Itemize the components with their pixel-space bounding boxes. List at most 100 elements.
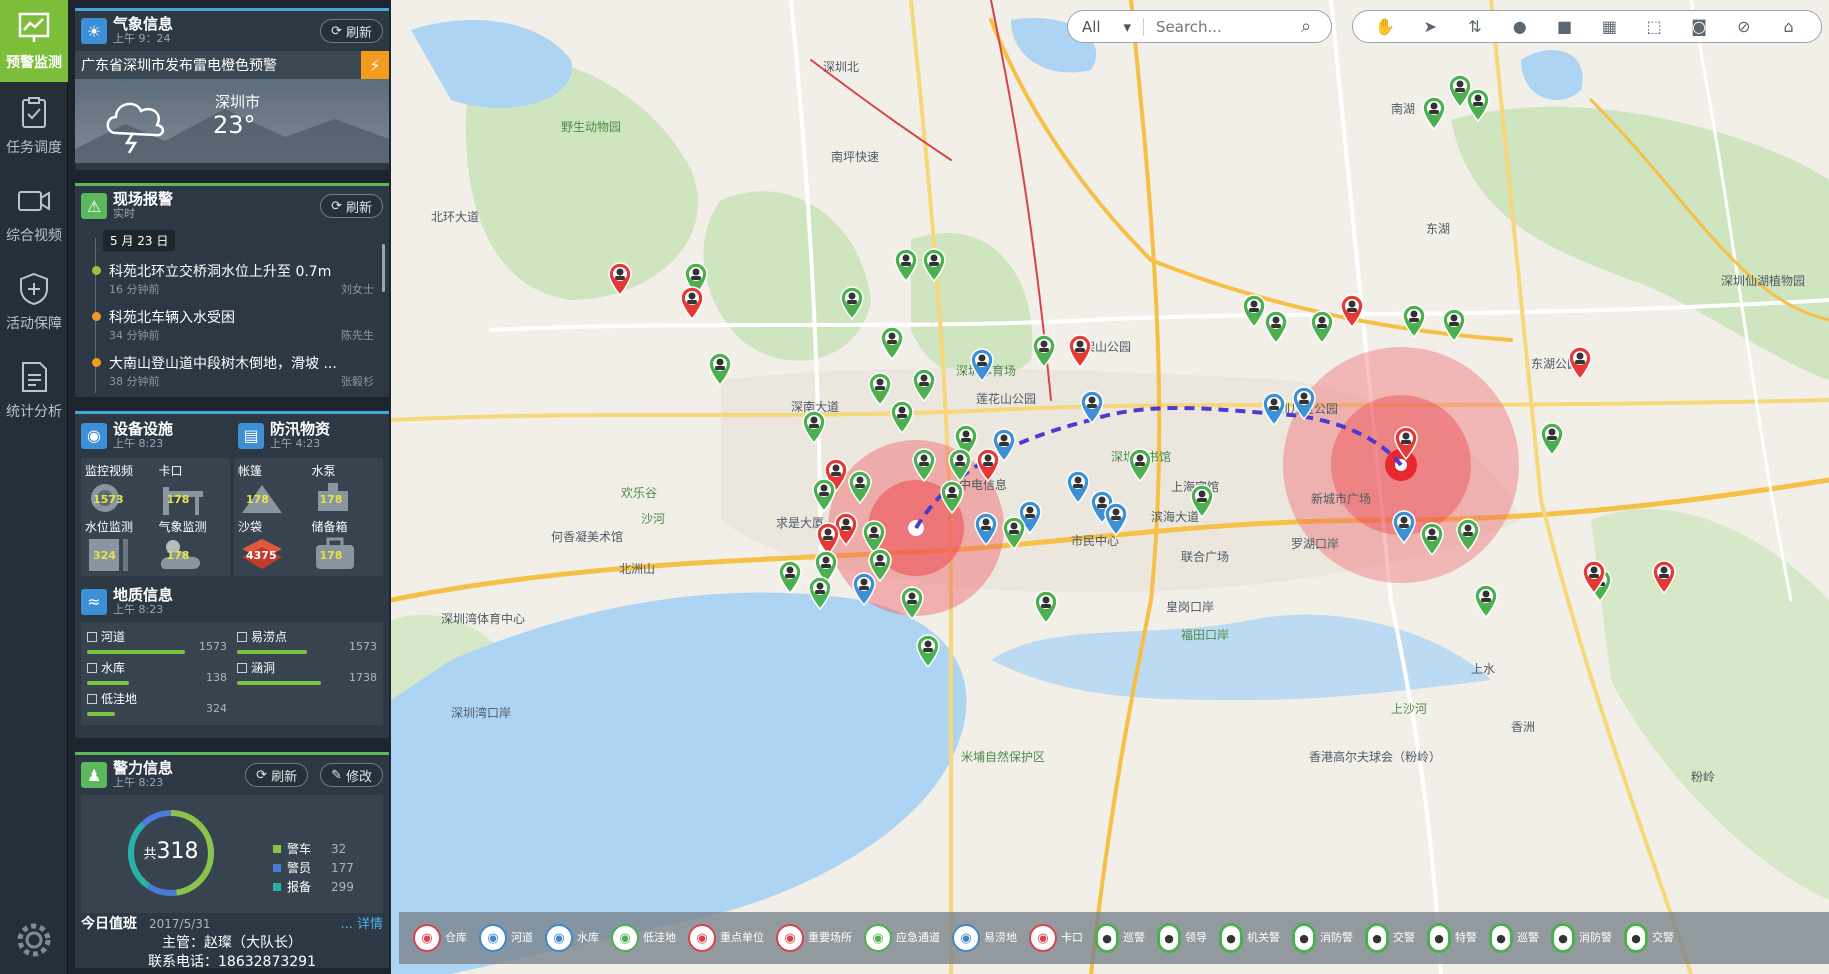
map-marker-icon[interactable] <box>899 586 925 620</box>
geology-item[interactable]: 水库 138 <box>87 659 227 688</box>
map-marker-icon[interactable] <box>889 400 915 434</box>
facility-item[interactable]: 监控视频 1573 <box>85 462 153 516</box>
map-marker-icon[interactable] <box>1391 510 1417 544</box>
gear-icon[interactable] <box>14 920 54 960</box>
map-marker-icon[interactable] <box>1473 584 1499 618</box>
legend-item[interactable]: ● 消防警 <box>1292 923 1353 953</box>
facility-item[interactable]: 气象监测 178 <box>159 518 227 572</box>
trash-icon[interactable]: ⌂ <box>1778 16 1800 38</box>
map-marker-icon[interactable] <box>1103 502 1129 536</box>
supply-item[interactable]: 沙袋 4375 <box>238 518 306 572</box>
map-marker-icon[interactable] <box>1309 310 1335 344</box>
map-marker-icon[interactable] <box>1033 590 1059 624</box>
map-marker-icon[interactable] <box>777 560 803 594</box>
supply-item[interactable]: 储备箱 178 <box>312 518 380 572</box>
geology-item[interactable]: 低洼地 324 <box>87 690 227 719</box>
duty-details-link[interactable]: ... 详情 <box>340 915 383 934</box>
square-icon[interactable]: ■ <box>1554 16 1576 38</box>
select-area-icon[interactable]: ⬚ <box>1643 16 1665 38</box>
map-marker-icon[interactable] <box>1079 390 1105 424</box>
facility-item[interactable]: 卡口 178 <box>159 462 227 516</box>
pointer-icon[interactable]: ➤ <box>1419 16 1441 38</box>
legend-item[interactable]: ● 巡警 <box>1489 923 1539 953</box>
report-scrollbar[interactable] <box>382 244 385 292</box>
nav-item-warning[interactable]: 预警监测 <box>0 0 68 82</box>
weather-refresh-button[interactable]: ⟳ 刷新 <box>320 19 383 43</box>
legend-item[interactable]: ◉ 低洼地 <box>611 924 676 952</box>
map-marker-icon[interactable] <box>1441 308 1467 342</box>
legend-item[interactable]: ● 机关警 <box>1219 923 1280 953</box>
legend-item[interactable]: ● 特警 <box>1427 923 1477 953</box>
map-marker-icon[interactable] <box>1401 304 1427 338</box>
clear-icon[interactable]: ⊘ <box>1733 16 1755 38</box>
locate-icon[interactable]: ◙ <box>1688 16 1710 38</box>
map-marker-icon[interactable] <box>851 572 877 606</box>
nav-item-activity[interactable]: 活动保障 <box>0 258 68 346</box>
map-marker-icon[interactable] <box>879 326 905 360</box>
map-marker-icon[interactable] <box>915 634 941 668</box>
map-marker-icon[interactable] <box>1581 560 1607 594</box>
map-marker-icon[interactable] <box>1189 484 1215 518</box>
map-marker-icon[interactable] <box>1263 310 1289 344</box>
hand-icon[interactable]: ✋ <box>1374 16 1396 38</box>
map-marker-icon[interactable] <box>1455 518 1481 552</box>
geology-item[interactable]: 易涝点 1573 <box>237 628 377 657</box>
map-marker-icon[interactable] <box>1393 426 1419 460</box>
map-marker-icon[interactable] <box>1421 96 1447 130</box>
geology-item[interactable]: 河道 1573 <box>87 628 227 657</box>
nav-item-dispatch[interactable]: 任务调度 <box>0 82 68 170</box>
legend-item[interactable]: ◉ 水库 <box>545 924 599 952</box>
map-marker-icon[interactable] <box>973 512 999 546</box>
facility-item[interactable]: 水位监测 324 <box>85 518 153 572</box>
search-icon[interactable]: ⌕ <box>1301 16 1331 37</box>
legend-item[interactable]: ● 巡警 <box>1095 923 1145 953</box>
map-marker-icon[interactable] <box>679 286 705 320</box>
ruler-icon[interactable]: ▦ <box>1598 16 1620 38</box>
legend-item[interactable]: ● 交警 <box>1624 923 1674 953</box>
checkbox[interactable] <box>87 632 97 642</box>
report-item[interactable]: 大南山登山道中段树木倒地，滑坡 ... 38 分钟前 张毅杉 <box>83 353 383 389</box>
legend-item[interactable]: ◉ 仓库 <box>413 924 467 952</box>
map-marker-icon[interactable] <box>1567 346 1593 380</box>
map-marker-icon[interactable] <box>947 448 973 482</box>
legend-item[interactable]: ● 领导 <box>1157 923 1207 953</box>
legend-item[interactable]: ◉ 重点单位 <box>688 924 764 952</box>
map-marker-icon[interactable] <box>1261 392 1287 426</box>
legend-item[interactable]: ◉ 卡口 <box>1029 924 1083 952</box>
map-marker-icon[interactable] <box>921 248 947 282</box>
map-marker-icon[interactable] <box>707 352 733 386</box>
supply-item[interactable]: 帐篷 178 <box>238 462 306 516</box>
map-marker-icon[interactable] <box>911 448 937 482</box>
map-marker-icon[interactable] <box>607 262 633 296</box>
checkbox[interactable] <box>87 663 97 673</box>
legend-item[interactable]: ◉ 易涝地 <box>952 924 1017 952</box>
route-icon[interactable]: ⇅ <box>1464 16 1486 38</box>
map-marker-icon[interactable] <box>1065 470 1091 504</box>
police-refresh-button[interactable]: ⟳ 刷新 <box>245 763 309 787</box>
map-marker-icon[interactable] <box>801 410 827 444</box>
map-marker-icon[interactable] <box>893 248 919 282</box>
search-scope-select[interactable]: All ▾ <box>1068 17 1144 36</box>
supply-item[interactable]: 水泵 178 <box>312 462 380 516</box>
report-item[interactable]: 科苑北车辆入水受困 34 分钟前 陈先生 <box>83 307 383 343</box>
checkbox[interactable] <box>237 663 247 673</box>
map-marker-icon[interactable] <box>807 576 833 610</box>
map-marker-icon[interactable] <box>1651 560 1677 594</box>
map-marker-icon[interactable] <box>1127 448 1153 482</box>
search-input[interactable] <box>1144 17 1301 36</box>
map-marker-icon[interactable] <box>1539 422 1565 456</box>
legend-item[interactable]: ● 消防警 <box>1551 923 1612 953</box>
map-marker-icon[interactable] <box>1291 386 1317 420</box>
checkbox[interactable] <box>87 694 97 704</box>
checkbox[interactable] <box>237 632 247 642</box>
map-marker-icon[interactable] <box>1001 516 1027 550</box>
report-item[interactable]: 科苑北环立交桥洞水位上升至 0.7m 16 分钟前 刘女士 <box>83 261 383 297</box>
map-marker-icon[interactable] <box>1339 294 1365 328</box>
map-marker-icon[interactable] <box>1419 522 1445 556</box>
map-marker-icon[interactable] <box>847 470 873 504</box>
map-marker-icon[interactable] <box>1067 334 1093 368</box>
map-marker-icon[interactable] <box>1465 88 1491 122</box>
geology-item[interactable]: 涵洞 1738 <box>237 659 377 688</box>
nav-item-stats[interactable]: 统计分析 <box>0 346 68 434</box>
legend-item[interactable]: ◉ 应急通道 <box>864 924 940 952</box>
